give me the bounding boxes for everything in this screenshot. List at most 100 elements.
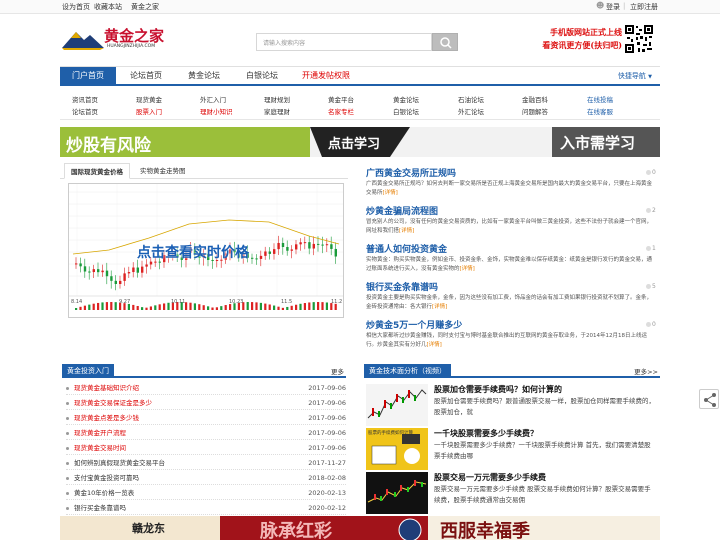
video-item[interactable]: 股票加仓需要手续费吗？如何计算的 股票加仓需要手续费吗？跟普通股票交易一样，股票… xyxy=(366,384,660,432)
subnav-link[interactable]: 理财规划 xyxy=(264,94,290,104)
news-title[interactable]: 广西黄金交易所正规吗 xyxy=(366,166,456,179)
search-button[interactable] xyxy=(432,33,458,51)
site-name-link[interactable]: 黄金之家 xyxy=(131,2,159,12)
candle xyxy=(334,248,337,257)
search-input[interactable]: 请输入搜索内容 xyxy=(256,33,432,51)
share-button[interactable] xyxy=(699,389,719,409)
video-thumbnail[interactable] xyxy=(366,384,428,426)
news-title[interactable]: 炒黄金5万一个月赚多少 xyxy=(366,318,462,331)
subnav-link[interactable]: 现货黄金 xyxy=(136,94,162,104)
subnav-link[interactable]: 在线客服 xyxy=(587,106,613,116)
quick-nav-menu[interactable]: 快捷导航 ▼ xyxy=(618,67,652,86)
invest-section-title[interactable]: 黄金投资入门 xyxy=(62,364,114,378)
bullet-icon xyxy=(66,506,69,510)
nav-post-permission[interactable]: 开通发帖权限 xyxy=(294,67,358,85)
logo-text[interactable]: 黄金之家 xyxy=(104,25,164,46)
list-item-date: 2018-02-08 xyxy=(308,474,346,482)
comment-count-value: 5 xyxy=(652,283,656,290)
list-item[interactable]: 现货黄金交易时间 2017-09-06 xyxy=(66,441,346,455)
subnav-link[interactable]: 股票入门 xyxy=(136,106,162,116)
subnav-link[interactable]: 石油论坛 xyxy=(458,94,484,104)
list-item-title[interactable]: 黄金10年价格一览表 xyxy=(74,489,134,497)
candle xyxy=(75,263,78,265)
logo-mountain-icon[interactable] xyxy=(60,28,106,50)
list-item[interactable]: 银行买金条靠谱吗 2020-02-12 xyxy=(66,501,346,515)
list-item-title[interactable]: 现货黄金交易保证金是多少 xyxy=(74,399,152,407)
list-item[interactable]: 现货黄金基础知识介绍 2017-09-06 xyxy=(66,381,346,395)
list-item-title[interactable]: 现货黄金基础知识介绍 xyxy=(74,384,139,392)
subnav-link[interactable]: 资讯首页 xyxy=(72,94,98,104)
list-item-date: 2020-02-13 xyxy=(308,489,346,497)
news-desc-text: 相信大家都听过炒黄金赚钱，同时支付宝与博时基金联合推出的互联网的黄金存取业务，于… xyxy=(366,333,647,348)
video-title[interactable]: 一千块股票需要多少手续费？ xyxy=(434,428,538,439)
subnav-link[interactable]: 在线投稿 xyxy=(587,94,613,104)
chevron-down-icon: ▼ xyxy=(648,74,652,80)
candle xyxy=(141,266,144,273)
user-icon: ☻ xyxy=(596,1,605,10)
list-item-title[interactable]: 银行买金条靠谱吗 xyxy=(74,504,126,512)
login-link[interactable]: 登录 xyxy=(606,2,620,12)
video-thumbnail[interactable] xyxy=(366,472,428,514)
subnav-link[interactable]: 论坛首页 xyxy=(72,106,98,116)
list-item[interactable]: 现货黄金点差是多少钱 2017-09-06 xyxy=(66,411,346,425)
news-detail-link[interactable]: [详情] xyxy=(399,228,414,234)
tab-physical-gold-chart[interactable]: 实物黄金走势图 xyxy=(134,163,192,179)
video-title[interactable]: 股票交易一万元需要多少手续费 xyxy=(434,472,546,483)
mobile-promo[interactable]: 手机版网站正式上线 看资讯更方便(扶归吧) xyxy=(532,26,622,52)
list-item[interactable]: 现货黄金开户流程 2017-09-06 xyxy=(66,426,346,440)
news-detail-link[interactable]: [详情] xyxy=(383,190,398,196)
list-item-title[interactable]: 现货黄金点差是多少钱 xyxy=(74,414,139,422)
list-item-title[interactable]: 现货黄金开户流程 xyxy=(74,429,126,437)
video-section-title[interactable]: 黄金技术面分析（视频） xyxy=(364,364,451,378)
video-item[interactable]: 股票的手续费如何计算 一千块股票需要多少手续费？ 一千块股票需要多少手续费？一千… xyxy=(366,428,660,476)
nav-silver-forum[interactable]: 白银论坛 xyxy=(234,67,290,85)
list-item-title[interactable]: 如何辨别真假现货黄金交易平台 xyxy=(74,459,165,467)
register-link[interactable]: 立即注册 xyxy=(630,2,658,12)
list-item[interactable]: 现货黄金交易保证金是多少 2017-09-06 xyxy=(66,396,346,410)
subnav-link[interactable]: 外汇论坛 xyxy=(458,106,484,116)
set-home-link[interactable]: 设为首页 xyxy=(62,2,90,12)
subnav-link[interactable]: 问题解答 xyxy=(522,106,548,116)
list-item-title[interactable]: 现货黄金交易时间 xyxy=(74,444,126,452)
news-desc: 相信大家都听过炒黄金赚钱，同时支付宝与博时基金联合推出的互联网的黄金存取业务，于… xyxy=(366,332,656,350)
topbar-separator: | xyxy=(623,2,626,10)
candle xyxy=(119,280,122,284)
list-item[interactable]: 黄金10年价格一览表 2020-02-13 xyxy=(66,486,346,500)
news-detail-link[interactable]: [详情] xyxy=(427,342,442,348)
ad-banner-top[interactable]: 炒股有风险 点击学习 入市需学习 xyxy=(60,127,660,157)
subnav-link[interactable]: 白银论坛 xyxy=(393,106,419,116)
subnav-link[interactable]: 外汇入门 xyxy=(200,94,226,104)
main-nav: 门户首页 论坛首页 黄金论坛 白银论坛 开通发帖权限 快捷导航 ▼ xyxy=(60,66,660,86)
candle xyxy=(277,242,280,250)
bookmark-link[interactable]: 收藏本站 xyxy=(94,2,122,12)
video-item[interactable]: 股票交易一万元需要多少手续费 股票交易一万元需要多少手续费 股票交易手续费如何计… xyxy=(366,472,660,520)
video-title[interactable]: 股票加仓需要手续费吗？如何计算的 xyxy=(434,384,562,395)
nav-forum-home[interactable]: 论坛首页 xyxy=(118,67,174,85)
subnav-link[interactable]: 金融百科 xyxy=(522,94,548,104)
tab-spot-gold-price[interactable]: 国际现货黄金价格 xyxy=(64,163,130,179)
news-title[interactable]: 普通人如何投资黄金 xyxy=(366,242,447,255)
invest-more-link[interactable]: 更多 xyxy=(331,366,344,376)
price-chart-image[interactable]: 8.14 9.27 10.11 10.23 11.5 11.2 点击查看实时价格 xyxy=(68,183,344,318)
subnav-link[interactable]: 黄金平台 xyxy=(328,94,354,104)
list-item[interactable]: 如何辨别真假现货黄金交易平台 2017-11-27 xyxy=(66,456,346,470)
chart-overlay-text: 点击查看实时价格 xyxy=(137,245,249,261)
subnav-link[interactable]: 理财小知识 xyxy=(200,106,233,116)
subnav-link[interactable]: 名家专栏 xyxy=(328,106,354,116)
news-detail-link[interactable]: [详情] xyxy=(460,266,475,272)
news-detail-link[interactable]: [详情] xyxy=(432,304,447,310)
list-item[interactable]: 支付宝黄金投资可靠吗 2018-02-08 xyxy=(66,471,346,485)
comment-icon xyxy=(646,284,651,289)
news-title[interactable]: 银行买金条靠谱吗 xyxy=(366,280,438,293)
invest-section-header: 黄金投资入门 更多 xyxy=(62,364,346,378)
ad-banner-bottom[interactable]: 赣龙东 脉承红彩 西服幸福季 xyxy=(60,516,660,540)
nav-portal-home[interactable]: 门户首页 xyxy=(60,67,116,85)
news-title[interactable]: 炒黄金骗局流程图 xyxy=(366,204,438,217)
chart-tick-label: 11.2 xyxy=(331,299,342,305)
video-more-link[interactable]: 更多>> xyxy=(634,366,658,376)
comment-count: 0 xyxy=(646,321,656,328)
subnav-link[interactable]: 家庭理财 xyxy=(264,106,290,116)
subnav-link[interactable]: 黄金论坛 xyxy=(393,94,419,104)
list-item-title[interactable]: 支付宝黄金投资可靠吗 xyxy=(74,474,139,482)
nav-gold-forum[interactable]: 黄金论坛 xyxy=(176,67,232,85)
